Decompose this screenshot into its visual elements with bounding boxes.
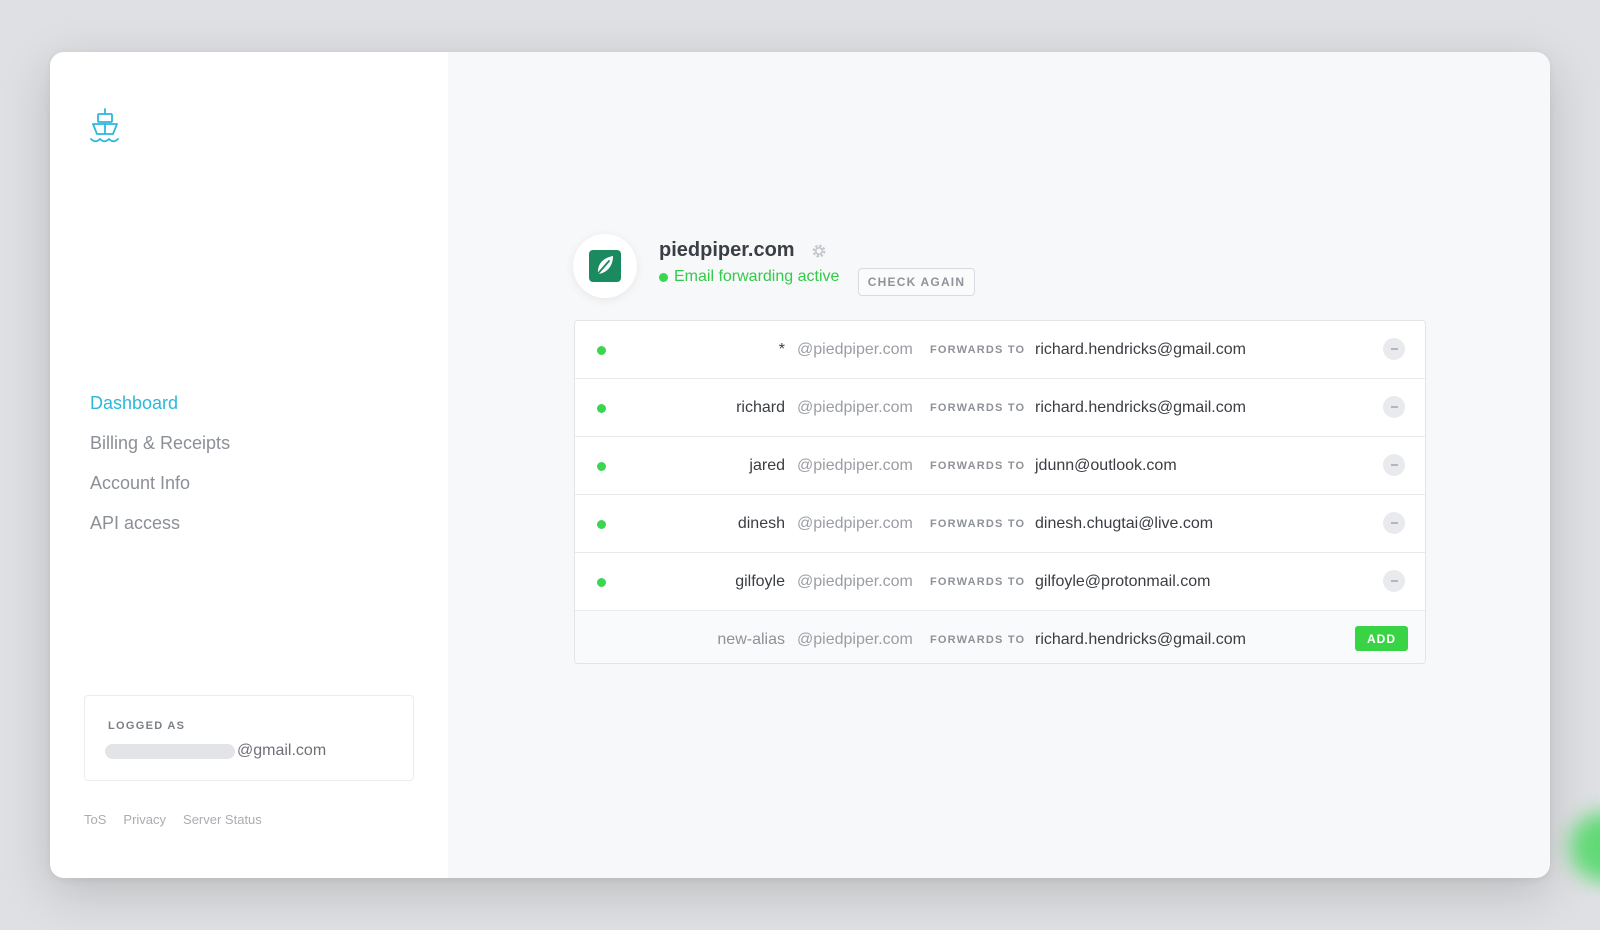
active-indicator (597, 404, 606, 413)
alias-domain: @piedpiper.com (797, 573, 913, 590)
alias-row: jared @piedpiper.com FORWARDS TO jdunn@o… (575, 437, 1425, 495)
minus-icon (1390, 522, 1398, 524)
logged-in-box: LOGGED AS @gmail.com (84, 695, 414, 781)
minus-icon (1390, 406, 1398, 408)
app-window: Dashboard Billing & Receipts Account Inf… (50, 52, 1550, 878)
status-text: Email forwarding active (674, 268, 840, 285)
alias-row: gilfoyle @piedpiper.com FORWARDS TO gilf… (575, 553, 1425, 611)
forward-target: jdunn@outlook.com (1035, 457, 1177, 474)
alias-name: dinesh (737, 515, 785, 532)
domain-name: piedpiper.com (659, 239, 795, 261)
nav-item-api-access[interactable]: API access (90, 503, 230, 543)
domain-logo (573, 234, 637, 298)
forwards-to-label: FORWARDS TO (930, 634, 1026, 646)
alias-row: richard @piedpiper.com FORWARDS TO richa… (575, 379, 1425, 437)
forwards-to-label: FORWARDS TO (930, 402, 1026, 414)
alias-domain: @piedpiper.com (797, 399, 913, 416)
alias-domain: @piedpiper.com (797, 515, 913, 532)
logged-as-label: LOGGED AS (108, 720, 186, 732)
active-indicator (597, 578, 606, 587)
email-domain: @gmail.com (237, 742, 327, 759)
tos-link[interactable]: ToS (84, 812, 106, 827)
server-status-link[interactable]: Server Status (183, 812, 262, 827)
sidebar: Dashboard Billing & Receipts Account Inf… (50, 52, 448, 878)
remove-alias-button[interactable] (1383, 338, 1405, 360)
remove-alias-button[interactable] (1383, 454, 1405, 476)
forwards-to-label: FORWARDS TO (930, 344, 1026, 356)
privacy-link[interactable]: Privacy (123, 812, 166, 827)
alias-name: gilfoyle (735, 573, 785, 590)
sidebar-nav: Dashboard Billing & Receipts Account Inf… (90, 383, 230, 543)
alias-name: * (778, 341, 785, 358)
remove-alias-button[interactable] (1383, 512, 1405, 534)
nav-item-account-info[interactable]: Account Info (90, 463, 230, 503)
forward-target: dinesh.chugtai@live.com (1035, 515, 1214, 532)
nav-item-dashboard[interactable]: Dashboard (90, 383, 230, 423)
forwards-to-label: FORWARDS TO (930, 460, 1026, 472)
remove-alias-button[interactable] (1383, 396, 1405, 418)
forward-target: gilfoyle@protonmail.com (1035, 573, 1211, 590)
check-again-button[interactable]: CHECK AGAIN (858, 268, 975, 296)
alias-name: richard (736, 399, 785, 416)
main-content: piedpiper.com Email forwarding active CH… (448, 52, 1550, 878)
alias-domain: @piedpiper.com (797, 341, 913, 358)
forwards-to-label: FORWARDS TO (930, 518, 1026, 530)
active-indicator (597, 520, 606, 529)
redacted-email-user (105, 743, 235, 759)
status-dot (659, 272, 668, 282)
gear-icon[interactable] (809, 241, 829, 261)
active-indicator (597, 346, 606, 355)
new-alias-row: new-alias @piedpiper.com FORWARDS TO ric… (575, 611, 1425, 663)
alias-name: jared (749, 457, 785, 474)
remove-alias-button[interactable] (1383, 570, 1405, 592)
ship-icon[interactable] (88, 106, 122, 144)
forwards-to-label: FORWARDS TO (930, 576, 1026, 588)
alias-domain: @piedpiper.com (797, 457, 913, 474)
alias-row: * @piedpiper.com FORWARDS TO richard.hen… (575, 321, 1425, 379)
forwarding-status: Email forwarding active (659, 268, 839, 286)
nav-item-billing[interactable]: Billing & Receipts (90, 423, 230, 463)
new-target-input[interactable]: richard.hendricks@gmail.com (1035, 611, 1246, 663)
minus-icon (1390, 348, 1398, 350)
logged-email: @gmail.com (105, 742, 326, 760)
chat-widget-button[interactable] (1570, 812, 1600, 882)
add-alias-button[interactable]: ADD (1355, 626, 1408, 651)
alias-row: dinesh @piedpiper.com FORWARDS TO dinesh… (575, 495, 1425, 553)
minus-icon (1390, 464, 1398, 466)
forward-target: richard.hendricks@gmail.com (1035, 399, 1246, 416)
leaf-icon (589, 250, 621, 282)
active-indicator (597, 462, 606, 471)
minus-icon (1390, 580, 1398, 582)
alias-table: * @piedpiper.com FORWARDS TO richard.hen… (574, 320, 1426, 664)
footer-links: ToS Privacy Server Status (84, 812, 262, 827)
new-alias-input[interactable]: new-alias (717, 611, 785, 663)
forward-target: richard.hendricks@gmail.com (1035, 341, 1246, 358)
alias-domain: @piedpiper.com (797, 631, 913, 648)
